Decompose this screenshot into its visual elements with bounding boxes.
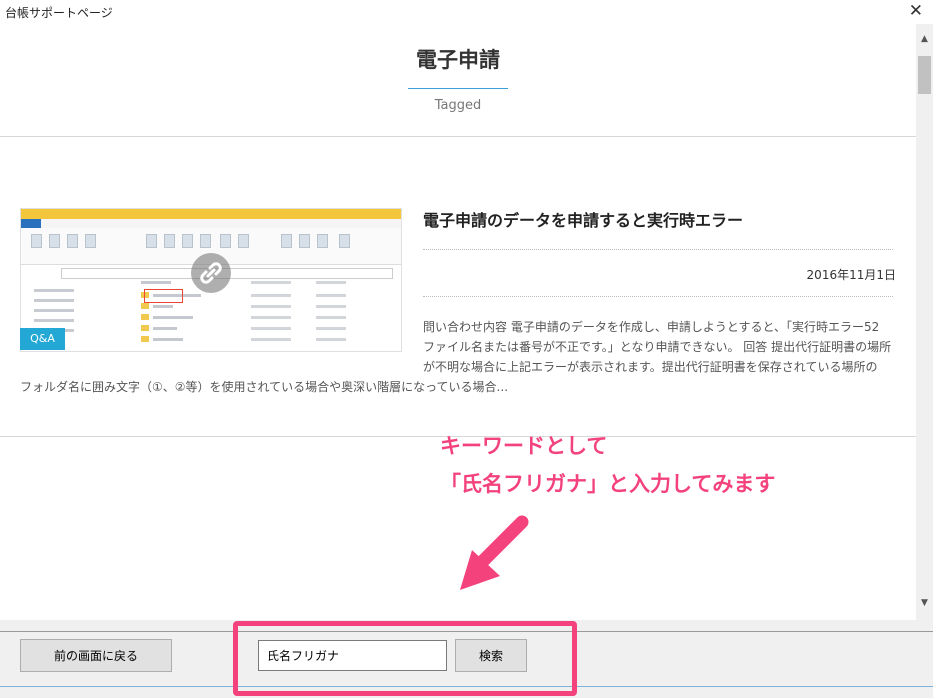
dotted-divider [423, 249, 893, 250]
page-subtitle: Tagged [434, 98, 482, 113]
excerpt-line: が不明な場合に上記エラーが表示されます。提出代行証明書を保存されている場所の [423, 360, 878, 374]
title-underline [408, 88, 508, 89]
scroll-down-icon[interactable]: ▼ [916, 598, 933, 608]
annotation-text: キーワードとして [440, 434, 608, 458]
page-title: 電子申請 [416, 48, 500, 72]
scrollbar-thumb[interactable] [918, 56, 931, 94]
close-icon[interactable]: ✕ [909, 1, 923, 21]
annotation-text: 「氏名フリガナ」と入力してみます [440, 472, 776, 496]
window-title: 台帳サポートページ [5, 6, 113, 20]
dotted-divider [423, 296, 893, 297]
vertical-scrollbar[interactable]: ▲ ▼ [916, 24, 933, 620]
excerpt-line: 問い合わせ内容 電子申請のデータを作成し、申請しようとすると、「実行時エラー52 [423, 320, 880, 334]
post-title[interactable]: 電子申請のデータを申請すると実行時エラー [423, 207, 903, 231]
category-badge[interactable]: Q&A [20, 328, 65, 350]
thumb-titlebar [21, 209, 401, 219]
annotation-arrow [460, 515, 529, 590]
back-button[interactable]: 前の画面に戻る [20, 639, 172, 672]
excerpt-line: ファイル名または番号が不正です。」となり申請できない。 回答 提出代行証明書の場… [423, 340, 892, 354]
divider [0, 136, 916, 137]
scroll-up-icon[interactable]: ▲ [916, 34, 933, 44]
window-titlebar: 台帳サポートページ ✕ [0, 0, 933, 24]
annotation-highlight-box [233, 621, 577, 696]
excerpt-line: フォルダ名に囲み文字（①、②等）を使用されている場合や奥深い階層になっている場合… [20, 380, 509, 394]
link-icon[interactable] [191, 253, 231, 293]
thumb-highlight [144, 289, 183, 303]
post-thumbnail[interactable] [20, 208, 402, 352]
post-date: 2016年11月1日 [806, 268, 896, 282]
